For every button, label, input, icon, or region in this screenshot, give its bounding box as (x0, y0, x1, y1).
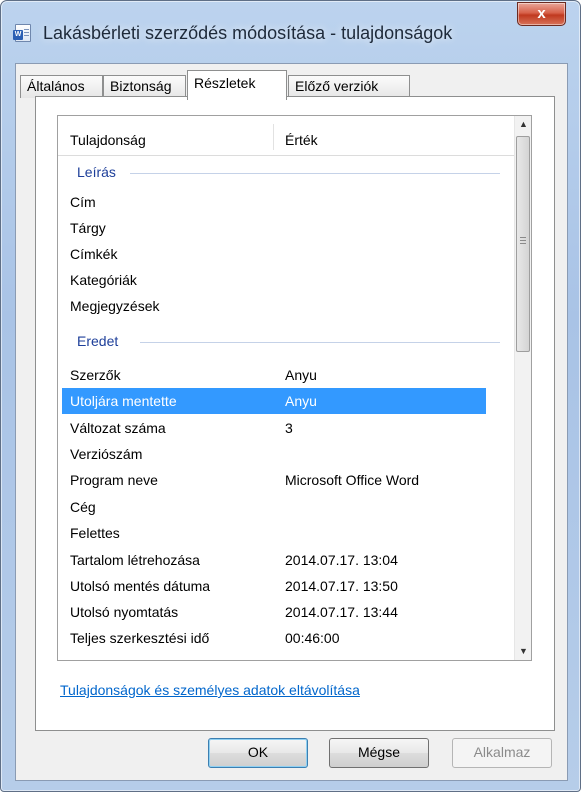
list-row[interactable]: Megjegyzések (62, 293, 486, 319)
group-divider (130, 173, 500, 174)
property-name: Szerzők (70, 367, 121, 383)
column-header-value[interactable]: Érték (285, 132, 318, 148)
list-row[interactable]: Program neve Microsoft Office Word (62, 467, 486, 493)
property-name: Kategóriák (70, 272, 137, 288)
apply-button[interactable]: Alkalmaz (452, 738, 552, 768)
remove-properties-link[interactable]: Tulajdonságok és személyes adatok eltávo… (60, 682, 360, 698)
list-row[interactable]: Szerzők Anyu (62, 362, 486, 388)
property-name: Utolsó mentés dátuma (70, 578, 211, 594)
list-row[interactable]: Cím (62, 189, 486, 215)
grip-icon (520, 237, 526, 244)
word-document-icon: W (13, 24, 31, 42)
cancel-button[interactable]: Mégse (329, 738, 429, 768)
property-value: Anyu (285, 393, 317, 409)
list-row[interactable]: Felettes (62, 520, 486, 546)
property-value: 00:46:00 (285, 630, 340, 646)
column-header-property[interactable]: Tulajdonság (70, 132, 146, 148)
group-label: Leírás (77, 164, 116, 180)
tab-general[interactable]: Általános (20, 75, 103, 98)
property-value: Anyu (285, 367, 317, 383)
scrollbar-thumb[interactable] (516, 136, 530, 352)
property-name: Verziószám (70, 446, 143, 462)
scroll-down-icon[interactable]: ▼ (515, 643, 531, 660)
property-name: Teljes szerkesztési idő (70, 630, 210, 646)
property-name: Felettes (70, 525, 120, 541)
list-row[interactable]: Teljes szerkesztési idő 00:46:00 (62, 625, 486, 651)
list-row-selected[interactable]: Utoljára mentette Anyu (62, 388, 486, 414)
property-value: 2014.07.17. 13:44 (285, 604, 398, 620)
property-name: Program neve (70, 472, 158, 488)
title-bar[interactable]: W Lakásbérleti szerződés módosítása - tu… (1, 1, 580, 63)
list-row[interactable]: Utolsó mentés dátuma 2014.07.17. 13:50 (62, 573, 486, 599)
property-name: Tartalom létrehozása (70, 552, 200, 568)
list-row[interactable]: Cég (62, 494, 486, 520)
property-name: Utoljára mentette (70, 393, 177, 409)
list-row[interactable]: Verziószám (62, 441, 486, 467)
scroll-up-icon[interactable]: ▲ (515, 116, 531, 133)
close-icon: x (537, 5, 546, 22)
property-name: Cég (70, 499, 96, 515)
property-value: 3 (285, 420, 293, 436)
tab-security[interactable]: Biztonság (103, 75, 186, 98)
list-row[interactable]: Tárgy (62, 215, 486, 241)
window-title: Lakásbérleti szerződés módosítása - tula… (43, 23, 453, 43)
tab-details[interactable]: Részletek (187, 70, 287, 100)
list-row[interactable]: Tartalom létrehozása 2014.07.17. 13:04 (62, 547, 486, 573)
tab-previous-versions[interactable]: Előző verziók (288, 75, 410, 98)
group-divider (140, 342, 500, 343)
group-label: Eredet (77, 333, 119, 349)
ok-button[interactable]: OK (208, 738, 308, 768)
property-name: Cím (70, 194, 96, 210)
property-value: Microsoft Office Word (285, 472, 420, 488)
property-name: Utolsó nyomtatás (70, 604, 179, 620)
property-value: 2014.07.17. 13:04 (285, 552, 398, 568)
property-list[interactable]: Tulajdonság Érték Leírás Cím Tárgy Címké… (57, 115, 532, 661)
group-header-origin: Eredet (58, 330, 514, 354)
close-button[interactable]: x (517, 2, 566, 26)
list-header: Tulajdonság Érték (58, 116, 514, 156)
property-name: Címkék (70, 246, 118, 262)
property-name: Megjegyzések (70, 298, 160, 314)
list-row[interactable]: Címkék (62, 241, 486, 267)
list-row[interactable]: Kategóriák (62, 267, 486, 293)
list-row[interactable]: Változat száma 3 (62, 415, 486, 441)
property-name: Tárgy (70, 220, 106, 236)
vertical-scrollbar[interactable]: ▲ ▼ (514, 116, 531, 660)
list-row[interactable]: Utolsó nyomtatás 2014.07.17. 13:44 (62, 599, 486, 625)
group-header-description: Leírás (58, 161, 514, 185)
property-value: 2014.07.17. 13:50 (285, 578, 398, 594)
column-divider[interactable] (273, 124, 274, 150)
property-name: Változat száma (70, 420, 166, 436)
